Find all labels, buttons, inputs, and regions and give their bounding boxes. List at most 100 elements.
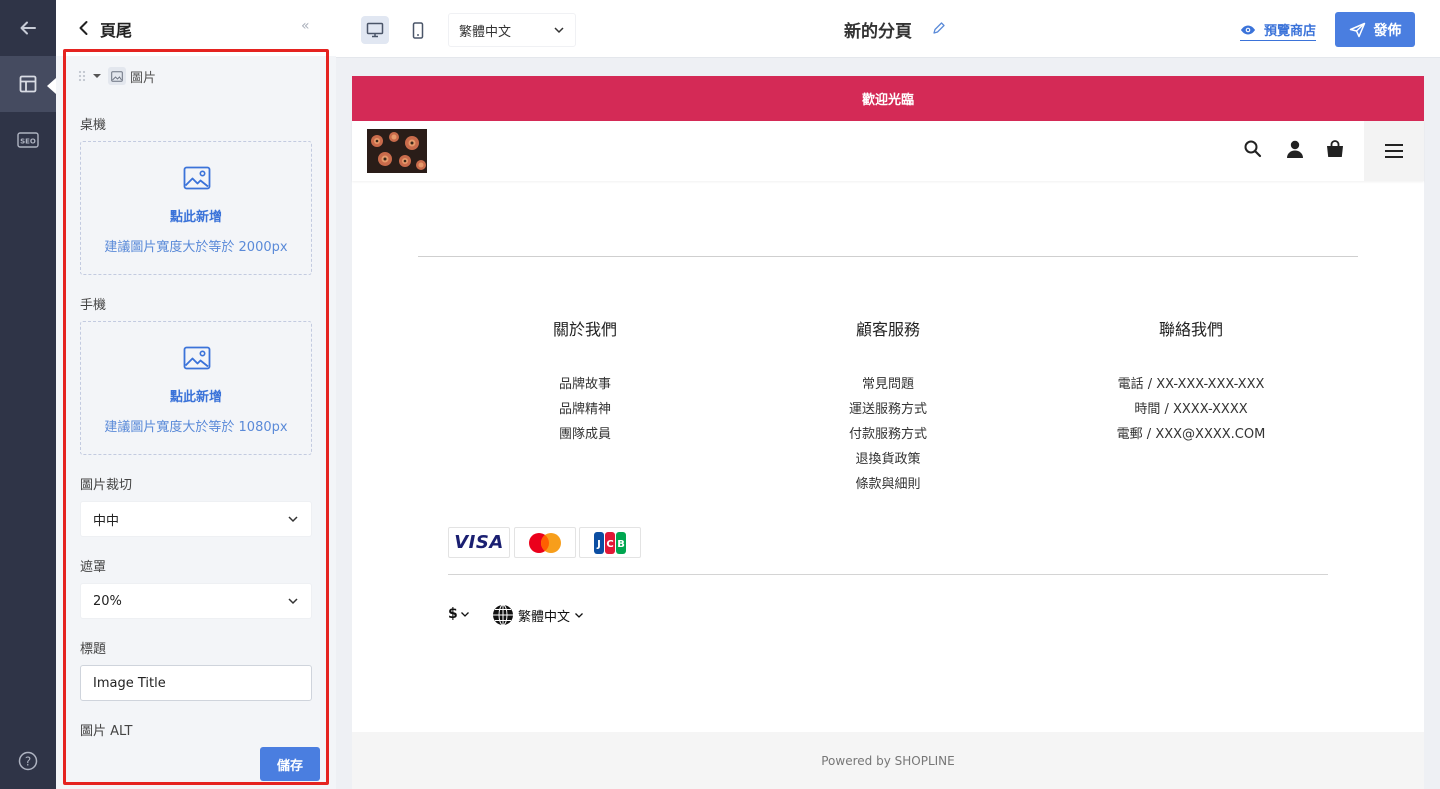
- desktop-icon: [366, 22, 384, 38]
- layer-label: 圖片: [130, 70, 157, 86]
- mask-label: 遮罩: [80, 560, 107, 575]
- globe-icon: [493, 604, 513, 626]
- footer-link[interactable]: 團隊成員: [485, 422, 685, 447]
- language-value: 繁體中文: [459, 24, 512, 40]
- crop-label: 圖片裁切: [80, 478, 133, 493]
- contact-info: 時間 / XXXX-XXXX: [1134, 402, 1248, 417]
- title-label: 標題: [80, 642, 107, 657]
- mobile-label: 手機: [80, 298, 107, 313]
- user-icon[interactable]: [1285, 139, 1305, 159]
- desktop-view-button[interactable]: [361, 16, 389, 44]
- footer-column-service: 顧客服務 常見問題 運送服務方式 付款服務方式 退換貨政策 條款與細則: [788, 316, 988, 497]
- footer-column-contact: 聯絡我們 電話 / XX-XXX-XXX-XXX 時間 / XXXX-XXXX …: [1091, 316, 1291, 447]
- caret-down-icon[interactable]: [90, 71, 104, 81]
- layout-icon: [19, 75, 37, 93]
- eye-icon: [1241, 25, 1255, 34]
- left-rail: SEO ?: [0, 0, 56, 789]
- page-title: 新的分頁: [844, 22, 912, 42]
- mastercard-icon: [514, 527, 576, 558]
- preview-label: 預覽商店: [1264, 24, 1317, 39]
- visa-card-icon: VISA: [448, 527, 510, 558]
- footer-link[interactable]: 條款與細則: [788, 472, 988, 497]
- store-logo-image[interactable]: [367, 129, 427, 173]
- crop-select[interactable]: 中中: [80, 501, 312, 537]
- mobile-image-upload[interactable]: 點此新增 建議圖片寬度大於等於 1080px: [80, 321, 312, 455]
- mobile-view-button[interactable]: [404, 16, 432, 44]
- footer-column-title: 關於我們: [552, 320, 617, 339]
- chevron-down-icon: [288, 598, 298, 605]
- chevron-left-icon[interactable]: [74, 18, 94, 38]
- crop-value: 中中: [93, 513, 120, 529]
- hamburger-menu-button[interactable]: [1364, 121, 1424, 181]
- help-label: ?: [25, 755, 31, 769]
- desktop-image-upload[interactable]: 點此新增 建議圖片寬度大於等於 2000px: [80, 141, 312, 275]
- powered-by-text: Powered by SHOPLINE: [821, 753, 955, 768]
- contact-info: 電話 / XX-XXX-XXX-XXX: [1117, 377, 1265, 392]
- pencil-icon[interactable]: [932, 21, 946, 35]
- svg-text:J: J: [596, 539, 601, 550]
- seo-nav-button[interactable]: SEO: [0, 112, 56, 168]
- hamburger-icon: [1385, 144, 1403, 158]
- collapse-panel-button[interactable]: «: [301, 18, 310, 34]
- mask-value: 20%: [93, 593, 122, 609]
- visa-label: VISA: [454, 532, 504, 553]
- announcement-text: 歡迎光臨: [861, 93, 914, 108]
- mobile-add-text: 點此新增: [169, 390, 222, 405]
- footer-divider-top: [418, 256, 1358, 257]
- chevron-down-icon: [554, 27, 564, 34]
- mask-select[interactable]: 20%: [80, 583, 312, 619]
- footer-language-value: 繁體中文: [518, 609, 571, 625]
- footer-link[interactable]: 付款服務方式: [788, 422, 988, 447]
- mobile-size-hint: 建議圖片寬度大於等於 1080px: [104, 420, 288, 435]
- publish-label: 發佈: [1373, 22, 1402, 39]
- drag-handle-icon[interactable]: [78, 70, 86, 82]
- shopping-bag-icon[interactable]: [1325, 139, 1345, 159]
- store-header: [352, 121, 1424, 181]
- image-placeholder-icon: [183, 346, 211, 370]
- footer-link[interactable]: 退換貨政策: [788, 447, 988, 472]
- seo-icon: SEO: [17, 132, 39, 148]
- jcb-card-icon: JCB: [579, 527, 641, 558]
- publish-button[interactable]: 發佈: [1335, 12, 1415, 47]
- desktop-add-text: 點此新增: [169, 210, 222, 225]
- footer-link[interactable]: 常見問題: [788, 372, 988, 397]
- footer-link[interactable]: 運送服務方式: [788, 397, 988, 422]
- chevron-down-icon: [288, 516, 298, 523]
- language-select[interactable]: 繁體中文: [448, 13, 576, 47]
- announcement-bar[interactable]: 歡迎光臨: [352, 76, 1424, 121]
- preview-store-link[interactable]: 預覽商店: [1240, 20, 1317, 41]
- footer-link[interactable]: 品牌故事: [485, 372, 685, 397]
- alt-label: 圖片 ALT: [80, 724, 133, 739]
- powered-by-bar: Powered by SHOPLINE: [352, 732, 1424, 789]
- save-button[interactable]: 儲存: [260, 747, 320, 781]
- mobile-icon: [412, 21, 424, 39]
- footer-divider-bottom: [448, 574, 1328, 575]
- panel-title: 頁尾: [100, 21, 133, 40]
- back-button[interactable]: [0, 0, 56, 56]
- footer-link[interactable]: 品牌精神: [485, 397, 685, 422]
- help-icon: ?: [18, 751, 38, 771]
- panel-header: 頁尾 «: [56, 0, 336, 56]
- currency-selector[interactable]: $: [448, 606, 470, 622]
- store-preview: 歡迎光臨 關於我們 品牌故事 品牌精神 團隊成員 顧客服務 常見問題 運送服務方…: [352, 76, 1424, 789]
- footer-column-title: 聯絡我們: [1158, 320, 1223, 339]
- active-pointer: [47, 78, 56, 94]
- help-button[interactable]: ?: [0, 733, 56, 789]
- image-placeholder-icon: [183, 166, 211, 190]
- footer-language-selector[interactable]: 繁體中文: [492, 604, 584, 626]
- footer-column-about: 關於我們 品牌故事 品牌精神 團隊成員: [485, 316, 685, 447]
- desktop-label: 桌機: [80, 118, 107, 133]
- desktop-size-hint: 建議圖片寬度大於等於 2000px: [104, 240, 288, 255]
- search-icon[interactable]: [1243, 139, 1263, 159]
- layer-row-image[interactable]: 圖片: [78, 66, 156, 86]
- back-arrow-icon: [20, 21, 36, 35]
- svg-text:C: C: [606, 539, 613, 550]
- currency-value: $: [448, 606, 458, 622]
- svg-text:B: B: [617, 539, 625, 550]
- chevron-down-icon: [460, 611, 469, 617]
- seo-label: SEO: [20, 138, 36, 146]
- image-title-input[interactable]: [80, 665, 312, 701]
- contact-info: 電郵 / XXX@XXXX.COM: [1116, 427, 1266, 442]
- chevron-down-icon: [575, 612, 583, 618]
- image-layer-icon: [108, 67, 126, 85]
